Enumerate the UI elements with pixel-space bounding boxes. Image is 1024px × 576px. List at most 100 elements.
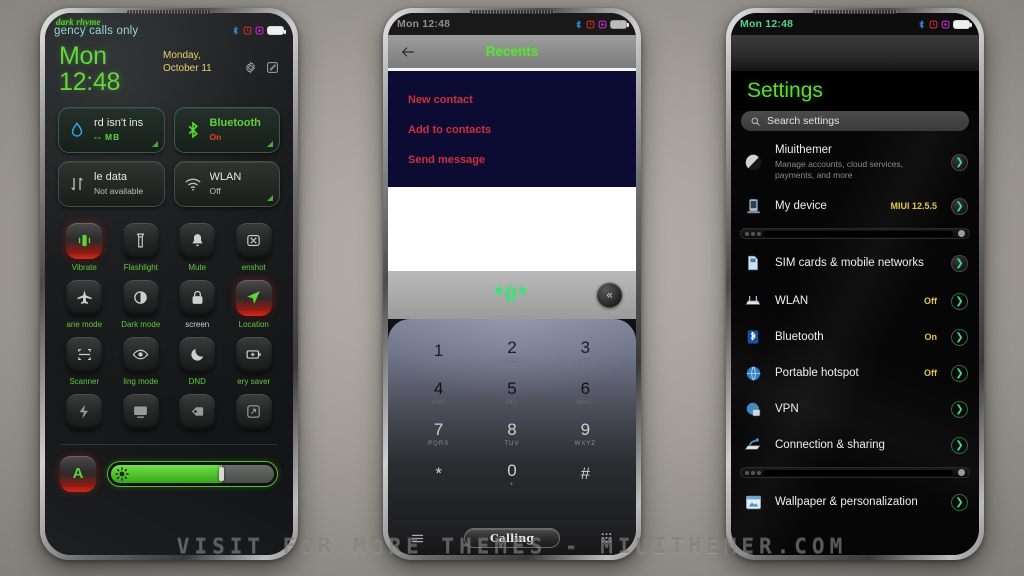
toggle-battery-saver[interactable]: ery saver — [226, 331, 283, 386]
settings-list: Miuithemer Manage accounts, cloud servic… — [731, 131, 979, 555]
key-digit: 1 — [433, 340, 444, 360]
tile-storage[interactable]: rd isn't ins -- MB — [58, 106, 165, 153]
toggle-button[interactable] — [122, 279, 159, 316]
toggle-flashlight[interactable]: Flashlight — [113, 217, 170, 272]
toggle-dnd[interactable]: DND — [169, 331, 226, 386]
settings-row-my-device[interactable]: My device MIUI 12.5.5 ❯ — [731, 188, 979, 224]
menu-item-add-to-contacts[interactable]: Add to contacts — [388, 115, 636, 145]
toggle-lightning[interactable] — [56, 388, 113, 434]
toggle-auto-rotate[interactable] — [226, 388, 283, 434]
menu-item-new-contact[interactable]: New contact — [388, 85, 636, 115]
menu-item-send-message[interactable]: Send message — [388, 145, 636, 175]
control-center-screen: dark rhyme gency calls only Mon 12:48 Mo… — [45, 13, 293, 555]
settings-row-sim-cards[interactable]: SIM cards & mobile networks ❯ — [731, 243, 979, 283]
call-button[interactable]: Calling — [464, 528, 560, 548]
toggle-button[interactable] — [235, 336, 272, 373]
search-input[interactable]: Search settings — [741, 111, 969, 131]
toggle-dark-mode[interactable]: Dark mode — [113, 274, 170, 329]
key-4[interactable]: 4 GHI — [402, 372, 475, 413]
toggle-vibrate[interactable]: Vibrate — [56, 217, 113, 272]
scroll-bar-knob[interactable] — [958, 230, 965, 238]
toggle-button[interactable] — [235, 222, 272, 259]
chevron-right-icon[interactable]: ❯ — [951, 153, 968, 171]
screenshot-icon — [247, 234, 260, 247]
key-5[interactable]: 5 JKL — [475, 372, 548, 413]
chevron-right-icon[interactable]: ❯ — [951, 400, 968, 418]
toggle-button[interactable] — [179, 336, 216, 373]
chevron-right-icon[interactable]: ❯ — [951, 493, 968, 511]
chevron-right-icon[interactable]: ❯ — [951, 364, 968, 382]
toggle-location[interactable]: Location — [226, 274, 283, 329]
scroll-bar-knob[interactable] — [958, 469, 965, 477]
settings-row-bluetooth[interactable]: Bluetooth On ❯ — [731, 319, 979, 355]
chevron-right-icon[interactable]: ❯ — [951, 292, 968, 310]
tile-expand-corner[interactable] — [267, 140, 273, 147]
toggle-button[interactable] — [122, 336, 159, 373]
key-7[interactable]: 7 PQRS — [402, 413, 475, 454]
toggle-button[interactable] — [179, 393, 216, 430]
tile-mobile-data[interactable]: le data Not available — [58, 160, 165, 207]
toggle-button[interactable] — [235, 279, 272, 316]
key-3[interactable]: 3 DEF — [549, 331, 622, 372]
tile-wlan[interactable]: WLAN Off — [173, 160, 280, 207]
toggle-button[interactable] — [179, 279, 216, 316]
auto-brightness-button[interactable]: A — [60, 455, 96, 492]
chevron-right-icon[interactable]: ❯ — [951, 197, 968, 215]
toggle-button[interactable] — [66, 336, 103, 373]
toggle-button[interactable] — [66, 222, 103, 259]
toggle-screenshot[interactable]: enshot — [226, 217, 283, 272]
wallpaper-icon — [742, 491, 764, 513]
slider-knob[interactable] — [218, 466, 224, 481]
search-icon — [751, 117, 760, 126]
chevron-right-icon[interactable]: ❯ — [951, 436, 968, 454]
key-1[interactable]: 1 — [402, 331, 475, 372]
toggle-button[interactable] — [66, 279, 103, 316]
toggle-cast[interactable] — [113, 388, 170, 434]
key-2[interactable]: 2 ABC — [475, 331, 548, 372]
toggle-label: Mute — [188, 262, 207, 272]
horizontal-scrollbar[interactable] — [740, 228, 970, 240]
horizontal-scrollbar-2[interactable] — [740, 467, 970, 479]
key-star[interactable]: * — [402, 454, 475, 495]
tile-wlan-title: WLAN — [209, 170, 242, 183]
settings-row-vpn[interactable]: VPN ❯ — [731, 391, 979, 427]
settings-row-wallpaper[interactable]: Wallpaper & personalization ❯ — [731, 482, 979, 522]
page-title-wrap: Settings — [731, 71, 979, 111]
key-hash[interactable]: # — [549, 454, 622, 495]
chevron-right-icon[interactable]: ❯ — [951, 328, 968, 346]
settings-row-connection-sharing[interactable]: Connection & sharing ❯ — [731, 427, 979, 463]
row-label: SIM cards & mobile networks — [775, 257, 924, 270]
key-0[interactable]: 0 + — [475, 454, 548, 495]
brightness-slider[interactable] — [107, 460, 278, 487]
toggle-nfc[interactable] — [169, 388, 226, 434]
backspace-icon[interactable]: « — [597, 282, 622, 308]
chevron-right-icon[interactable]: ❯ — [951, 254, 968, 272]
tile-expand-corner[interactable] — [151, 140, 158, 147]
phone-control-center: dark rhyme gency calls only Mon 12:48 Mo… — [40, 8, 298, 560]
menu-lines-icon[interactable] — [410, 531, 425, 546]
toggle-airplane-mode[interactable]: ane mode — [56, 274, 113, 329]
toggle-button[interactable] — [235, 393, 272, 430]
settings-row-wlan[interactable]: WLAN Off ❯ — [731, 283, 979, 319]
toggle-reading-mode[interactable]: ling mode — [113, 331, 170, 386]
toggle-scanner[interactable]: Scanner — [56, 331, 113, 386]
scroll-bar-track — [763, 230, 953, 237]
toggle-mute[interactable]: Mute — [169, 217, 226, 272]
key-8[interactable]: 8 TUV — [475, 413, 548, 454]
edit-icon[interactable] — [266, 61, 279, 74]
toggle-lock-screen[interactable]: screen — [169, 274, 226, 329]
toggle-button[interactable] — [66, 393, 103, 430]
toggle-button[interactable] — [179, 222, 216, 259]
keypad-grid-icon[interactable] — [599, 531, 614, 546]
settings-row-account[interactable]: Miuithemer Manage accounts, cloud servic… — [731, 136, 979, 188]
back-arrow-icon[interactable] — [400, 44, 416, 60]
toggle-button[interactable] — [122, 222, 159, 259]
toggle-button[interactable] — [122, 393, 159, 430]
key-9[interactable]: 9 WXYZ — [549, 413, 622, 454]
settings-gear-icon[interactable] — [244, 61, 257, 74]
key-6[interactable]: 6 MNO — [549, 372, 622, 413]
settings-row-portable-hotspot[interactable]: Portable hotspot Off ❯ — [731, 355, 979, 391]
airplane-icon — [77, 290, 92, 304]
tile-bluetooth[interactable]: Bluetooth On — [173, 106, 280, 153]
tile-expand-corner[interactable] — [267, 194, 273, 201]
